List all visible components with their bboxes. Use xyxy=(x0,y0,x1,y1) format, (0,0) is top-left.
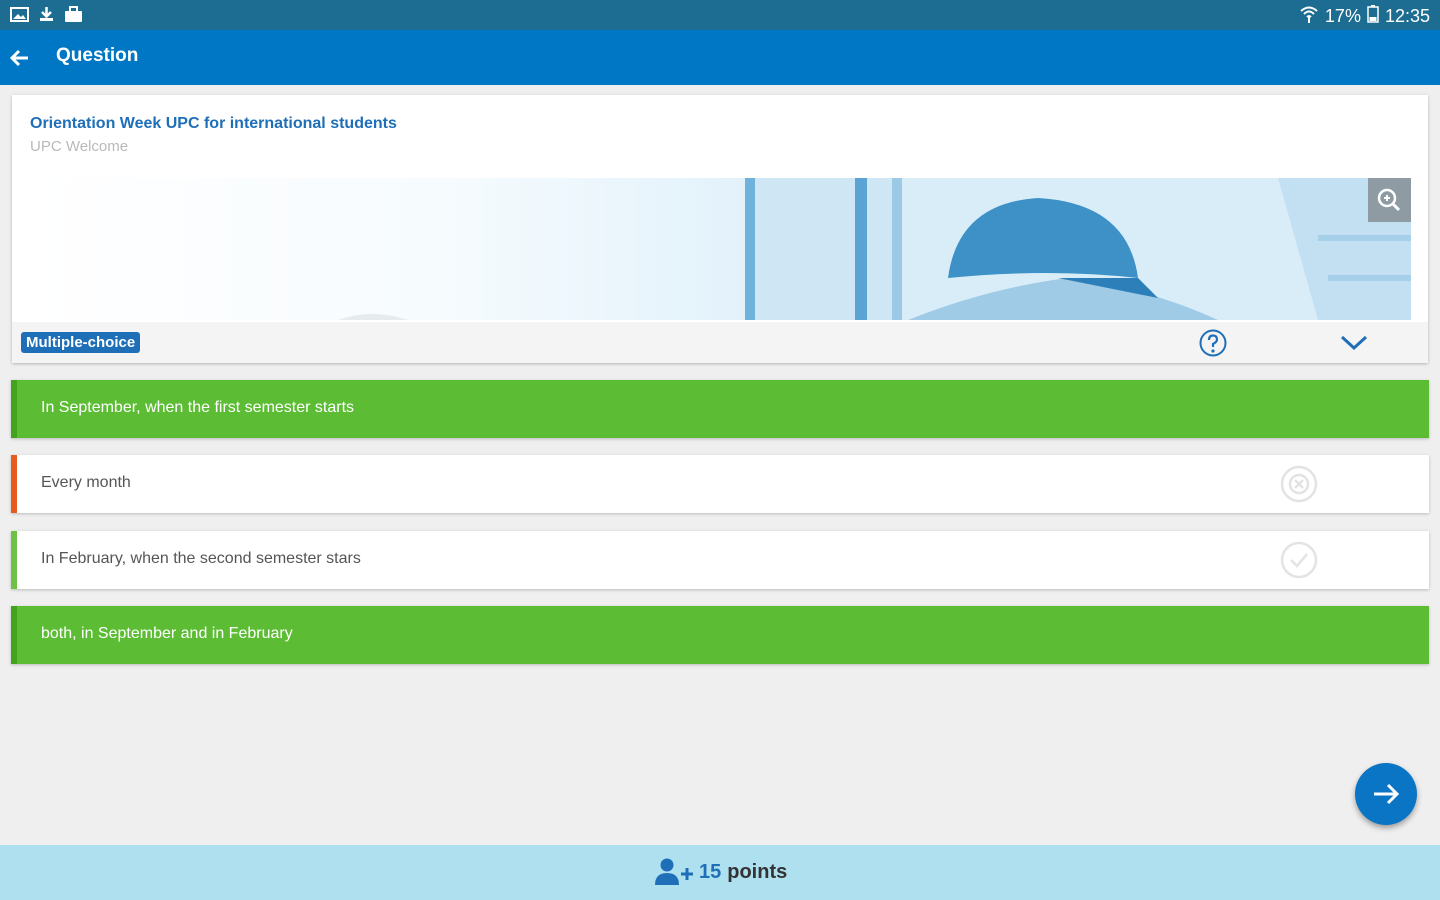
app-bar: Question xyxy=(0,30,1440,85)
answer-text: Every month xyxy=(41,474,131,491)
gallery-icon xyxy=(10,6,29,23)
answer-text: In February, when the second semester st… xyxy=(41,550,361,567)
wrong-mark-icon xyxy=(1280,465,1318,503)
expand-button[interactable] xyxy=(1339,329,1369,357)
points-display: 15 points xyxy=(655,857,787,887)
chevron-down-icon xyxy=(1340,335,1368,351)
bag-icon xyxy=(64,6,83,23)
quiz-title: Orientation Week UPC for international s… xyxy=(30,115,397,132)
download-icon xyxy=(37,6,56,23)
question-card: Orientation Week UPC for international s… xyxy=(12,95,1428,363)
back-arrow-icon xyxy=(9,49,28,67)
question-photo xyxy=(338,178,1411,320)
answer-option-3[interactable]: In February, when the second semester st… xyxy=(11,531,1429,589)
answer-option-1[interactable]: In September, when the first semester st… xyxy=(11,380,1429,438)
answer-text: both, in September and in February xyxy=(41,625,293,642)
points-value: 15 xyxy=(699,860,722,883)
status-bar: 17% 12:35 xyxy=(0,0,1440,30)
battery-icon xyxy=(1367,5,1379,28)
question-image[interactable] xyxy=(28,178,1411,320)
answer-option-2[interactable]: Every month xyxy=(11,455,1429,513)
answer-option-4[interactable]: both, in September and in February xyxy=(11,606,1429,664)
answer-text: In September, when the first semester st… xyxy=(41,399,355,416)
help-button[interactable] xyxy=(1198,328,1228,358)
status-notifications xyxy=(10,6,83,23)
question-card-footer: Multiple-choice xyxy=(12,322,1428,363)
zoom-button[interactable] xyxy=(1368,178,1411,222)
question-type-badge: Multiple-choice xyxy=(21,332,141,353)
battery-percent: 17% xyxy=(1324,6,1361,26)
next-arrow-icon xyxy=(1374,783,1400,805)
status-system: 17% 12:35 xyxy=(1299,4,1430,29)
zoom-icon xyxy=(1377,188,1401,212)
back-button[interactable] xyxy=(6,44,34,72)
points-label: points xyxy=(727,860,788,883)
check-mark-icon xyxy=(1280,541,1318,579)
points-bar: 15 points xyxy=(0,845,1440,900)
help-icon xyxy=(1199,329,1227,357)
add-user-icon xyxy=(655,858,693,885)
page-title: Question xyxy=(56,45,139,66)
wifi-icon xyxy=(1299,4,1319,29)
next-button[interactable] xyxy=(1355,763,1417,825)
quiz-subtitle: UPC Welcome xyxy=(30,138,129,155)
clock: 12:35 xyxy=(1384,6,1430,26)
